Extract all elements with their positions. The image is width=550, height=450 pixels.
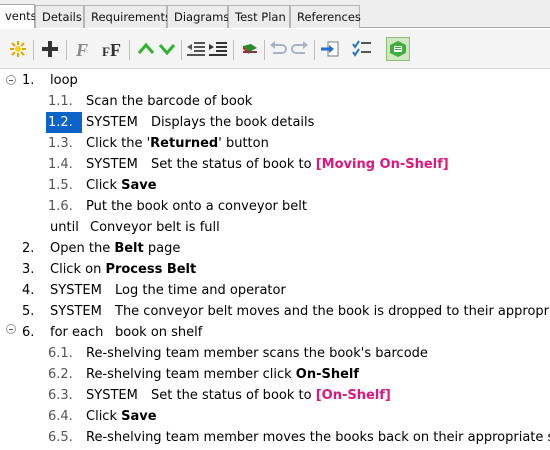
- svg-text:F: F: [110, 40, 121, 58]
- step-text: Conveyor belt is full: [90, 220, 220, 235]
- flow-step[interactable]: 1.6. Put the book onto a conveyor belt: [0, 196, 550, 217]
- svg-text:F: F: [75, 40, 88, 58]
- step-text: Re-shelving team member scans the book's…: [86, 346, 428, 361]
- font-size-icon[interactable]: FF: [101, 37, 125, 61]
- step-text: Click the 'Returned' button: [86, 136, 269, 151]
- step-text: Click on Process Belt: [50, 262, 197, 277]
- add-icon[interactable]: [38, 37, 62, 61]
- sun-icon[interactable]: [6, 37, 30, 61]
- view-icon[interactable]: [386, 37, 410, 61]
- toolbar: F FF: [0, 29, 550, 69]
- flow-step[interactable]: 1. loop: [0, 70, 550, 91]
- system-keyword: SYSTEM: [86, 115, 138, 130]
- step-text: Open the Belt page: [50, 241, 181, 256]
- flow-step[interactable]: 6.2. Re-shelving team member click On-Sh…: [0, 364, 550, 385]
- tab-bar: vents Details Requirements Diagrams Test…: [0, 0, 550, 28]
- import-icon[interactable]: [318, 37, 342, 61]
- step-number: 5.: [22, 304, 35, 319]
- status-value: [On-Shelf]: [315, 388, 391, 403]
- flow-step[interactable]: 1.3. Click the 'Returned' button: [0, 133, 550, 154]
- system-keyword: SYSTEM: [86, 157, 138, 172]
- flow-step[interactable]: 6.1. Re-shelving team member scans the b…: [0, 343, 550, 364]
- system-keyword: SYSTEM: [50, 304, 102, 319]
- checklist-icon[interactable]: [350, 37, 374, 61]
- step-text: Set the status of book to [Moving On-She…: [151, 157, 449, 172]
- step-number: 1.5.: [48, 178, 73, 193]
- step-number: 1.3.: [48, 136, 73, 151]
- step-number: 4.: [22, 283, 35, 298]
- tab-references[interactable]: References: [290, 5, 361, 28]
- tab-events[interactable]: vents: [0, 4, 37, 28]
- system-keyword: SYSTEM: [86, 388, 138, 403]
- system-keyword: SYSTEM: [50, 283, 102, 298]
- step-number: 6.3.: [48, 388, 73, 403]
- flow-step[interactable]: 1.2. SYSTEM Displays the book details: [0, 112, 550, 133]
- step-number: 2.: [22, 241, 35, 256]
- step-text: Displays the book details: [151, 115, 315, 130]
- step-text: Re-shelving team member click On-Shelf: [86, 367, 360, 382]
- step-text: Click Save: [86, 409, 157, 424]
- flow-step[interactable]: 6.4. Click Save: [0, 406, 550, 427]
- step-text: Click Save: [86, 178, 157, 193]
- move-down-icon[interactable]: [155, 37, 179, 61]
- svg-text:F: F: [102, 44, 110, 58]
- flow-step[interactable]: 3. Click on Process Belt: [0, 259, 550, 280]
- font-icon[interactable]: F: [72, 37, 96, 61]
- flow-step[interactable]: 5. SYSTEM The conveyor belt moves and th…: [0, 301, 550, 322]
- undo-icon[interactable]: [266, 37, 290, 61]
- step-number: 1.6.: [48, 199, 73, 214]
- flow-step[interactable]: 1.1. Scan the barcode of book: [0, 91, 550, 112]
- flow-step[interactable]: until Conveyor belt is full: [0, 217, 550, 238]
- step-number: 6.: [22, 325, 35, 340]
- step-text: Log the time and operator: [115, 283, 286, 298]
- tab-requirements[interactable]: Requirements: [84, 5, 171, 28]
- flow-step[interactable]: 6.5. Re-shelving team member moves the b…: [0, 427, 550, 448]
- step-text: Set the status of book to [On-Shelf]: [151, 388, 391, 403]
- status-value: [Moving On-Shelf]: [315, 157, 449, 172]
- flag-icon[interactable]: [238, 37, 262, 61]
- indent-icon[interactable]: [206, 37, 230, 61]
- flow-step[interactable]: 1.4. SYSTEM Set the status of book to [M…: [0, 154, 550, 175]
- outdent-icon[interactable]: [184, 37, 208, 61]
- step-text: Re-shelving team member moves the books …: [86, 430, 550, 445]
- step-number: 6.2.: [48, 367, 73, 382]
- step-number: 6.5.: [48, 430, 73, 445]
- step-text: Put the book onto a conveyor belt: [86, 199, 307, 214]
- tab-diagrams[interactable]: Diagrams: [167, 5, 229, 28]
- flow-step[interactable]: 4. SYSTEM Log the time and operator: [0, 280, 550, 301]
- flow-step[interactable]: 1.5. Click Save: [0, 175, 550, 196]
- flow-step[interactable]: 6. for each book on shelf: [0, 322, 550, 343]
- tab-test-plan[interactable]: Test Plan: [228, 5, 290, 28]
- for-each-keyword: for each: [50, 325, 104, 340]
- flow-step[interactable]: 2. Open the Belt page: [0, 238, 550, 259]
- step-number: 6.4.: [48, 409, 73, 424]
- flow-step[interactable]: 6.3. SYSTEM Set the status of book to [O…: [0, 385, 550, 406]
- step-text: book on shelf: [115, 325, 203, 340]
- step-number: 1.2.: [46, 112, 82, 133]
- step-text: The conveyor belt moves and the book is …: [115, 304, 550, 319]
- tab-details[interactable]: Details: [35, 5, 84, 28]
- step-number: 6.1.: [48, 346, 73, 361]
- step-number: 1.1.: [48, 94, 73, 109]
- loop-keyword: loop: [50, 73, 78, 88]
- step-number: 1.4.: [48, 157, 73, 172]
- step-text: Scan the barcode of book: [86, 94, 253, 109]
- until-keyword: until: [50, 220, 79, 235]
- step-number: 1.: [22, 73, 35, 88]
- event-flow: 1. loop 1.1. Scan the barcode of book 1.…: [0, 69, 550, 450]
- step-number: 3.: [22, 262, 35, 277]
- redo-icon[interactable]: [288, 37, 312, 61]
